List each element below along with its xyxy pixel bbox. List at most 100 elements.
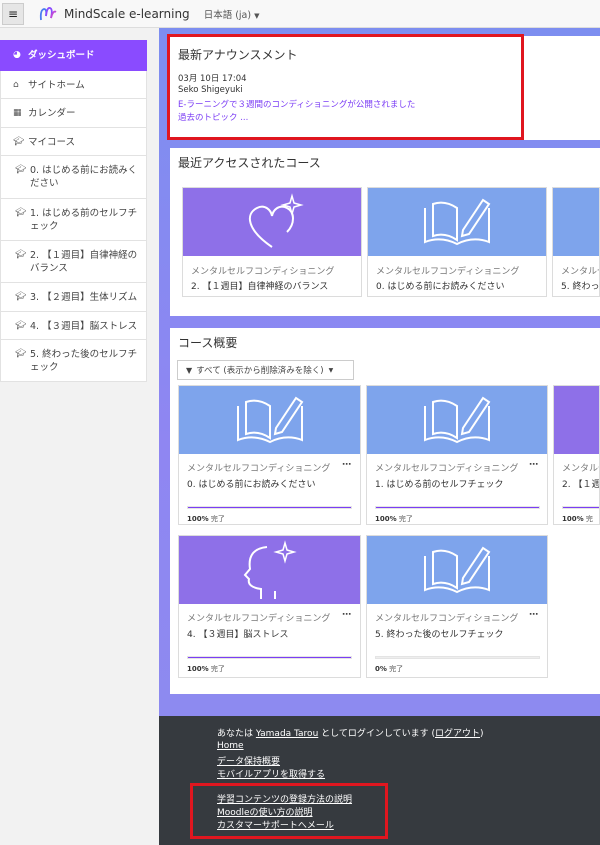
sidebar-item-calendar[interactable]: ▦ カレンダー <box>0 99 147 128</box>
course-menu-icon[interactable]: ⋯ <box>342 610 351 620</box>
progress-value: 100% <box>187 665 209 673</box>
progress-text: 100% 完了 <box>187 514 225 524</box>
site-name[interactable]: MindScale e-learning <box>64 7 190 21</box>
course-name: 1. はじめる前のセルフチェック <box>375 480 504 490</box>
progress-value: 0% <box>375 665 387 673</box>
graduation-cap-icon: 🎓︎ <box>15 208 27 218</box>
course-category: メンタルセルフコンディショニング <box>561 267 599 277</box>
sidebar-item-label: ダッシュボード <box>28 50 95 61</box>
language-label: 日本語 (ja) <box>203 9 252 21</box>
course-name: 5. 終わった後のセルフチェック <box>375 630 504 640</box>
chevron-down-icon: ▼ <box>328 366 334 374</box>
book-pen-icon <box>424 396 491 444</box>
sidebar-item-label: カレンダー <box>28 108 76 119</box>
top-navbar: ≡ MindScale e-learning 日本語 (ja) ▼ <box>0 0 600 28</box>
book-pen-icon <box>236 396 303 444</box>
login-suffix: ) <box>480 729 484 739</box>
hamburger-icon[interactable]: ≡ <box>2 2 24 25</box>
progress-value: 100% <box>375 515 397 523</box>
recent-course-card[interactable]: メンタルセルフコンディショニング 0. はじめる前にお読みください <box>367 187 547 297</box>
course-category: メンタルセルフコンディショニング <box>562 464 599 474</box>
progress-fill <box>563 507 599 508</box>
course-name: 0. はじめる前にお読みください <box>187 480 316 490</box>
progress-value: 100% <box>187 515 209 523</box>
book-pen-icon <box>424 546 491 594</box>
sidebar-item-my-courses[interactable]: 🎓︎ マイコース <box>0 128 147 156</box>
progress-bar <box>375 506 540 509</box>
graduation-cap-icon: 🎓︎ <box>15 292 27 302</box>
progress-text: 0% 完了 <box>375 664 403 674</box>
progress-value: 100% <box>562 515 584 523</box>
logout-link[interactable]: ログアウト <box>435 729 480 739</box>
progress-bar <box>562 506 599 509</box>
graduation-cap-icon: 🎓︎ <box>15 349 27 359</box>
sidebar-item-site-home[interactable]: ⌂ サイトホーム <box>0 71 147 99</box>
sidebar-item-label: マイコース <box>28 137 76 148</box>
sidebar-item-course[interactable]: 🎓︎ 5. 終わった後のセルフチェック <box>0 340 147 382</box>
overview-course-card[interactable]: メンタルセルフコンディショニング ⋯ 0. はじめる前にお読みください 100%… <box>178 385 361 525</box>
recent-course-card[interactable]: メンタルセルフコンディショニング 2. 【１週目】自律神経のバランス <box>182 187 362 297</box>
progress-fill <box>188 657 351 658</box>
course-category: メンタルセルフコンディショニング <box>375 464 519 474</box>
login-info: あなたは Yamada Tarou としてログインしています (ログアウト) <box>217 726 484 739</box>
sidebar-item-course[interactable]: 🎓︎ 3. 【２週目】生体リズム <box>0 283 147 312</box>
sidebar-item-course[interactable]: 🎓︎ 2. 【１週目】自律神経のバランス <box>0 241 147 283</box>
footer-link-data-retention[interactable]: データ保持概要 <box>217 754 280 767</box>
sidebar-item-dashboard[interactable]: ◕ ダッシュボード <box>0 40 147 71</box>
highlight-box <box>190 783 388 839</box>
overview-course-card[interactable]: メンタルセルフコンディショニング ⋯ 4. 【３週目】脳ストレス 100% 完了 <box>178 535 361 678</box>
course-name: 4. 【３週目】脳ストレス <box>187 630 289 640</box>
progress-text: 100% 完了 <box>375 514 413 524</box>
course-menu-icon[interactable]: ⋯ <box>342 460 351 470</box>
calendar-icon: ▦ <box>13 108 22 118</box>
progress-fill <box>376 507 539 508</box>
sidebar-item-label: 2. 【１週目】自律神経のバランス <box>30 250 138 274</box>
course-menu-icon[interactable]: ⋯ <box>529 460 538 470</box>
progress-bar <box>187 506 352 509</box>
sidebar-item-label: サイトホーム <box>28 80 85 91</box>
login-mid: としてログインしています ( <box>321 729 435 739</box>
footer-link-mobile-app[interactable]: モバイルアプリを取得する <box>217 767 325 780</box>
course-filter-dropdown[interactable]: ▼ すべて (表示から削除済みを除く) ▼ <box>177 360 354 380</box>
course-image <box>368 188 546 256</box>
sidebar-item-course[interactable]: 🎓︎ 0. はじめる前にお読みください <box>0 156 147 199</box>
heart-sparkle-icon <box>248 193 304 248</box>
course-image <box>554 386 599 454</box>
home-icon: ⌂ <box>13 80 19 90</box>
graduation-cap-icon: 🎓︎ <box>15 321 27 331</box>
progress-bar <box>375 656 540 659</box>
course-category: メンタルセルフコンディショニング <box>375 614 519 624</box>
sidebar-item-label: 5. 終わった後のセルフチェック <box>30 349 138 373</box>
overview-course-card[interactable]: メンタルセルフコンディショニング ⋯ 5. 終わった後のセルフチェック 0% 完… <box>366 535 548 678</box>
course-name: 2. 【１週目】自律神経のバランス <box>191 282 329 292</box>
sidebar-item-label: 0. はじめる前にお読みください <box>30 165 138 189</box>
footer-link-home[interactable]: Home <box>217 741 244 751</box>
course-menu-icon[interactable]: ⋯ <box>529 610 538 620</box>
progress-suffix: 完了 <box>210 515 225 523</box>
course-name: 0. はじめる前にお読みください <box>376 282 505 292</box>
course-category: メンタルセルフコンディショニング <box>376 267 520 277</box>
sidebar-item-course[interactable]: 🎓︎ 4. 【３週目】脳ストレス <box>0 312 147 340</box>
course-image <box>179 536 360 604</box>
highlight-box <box>167 34 524 140</box>
user-profile-link[interactable]: Yamada Tarou <box>256 729 318 739</box>
course-category: メンタルセルフコンディショニング <box>191 267 335 277</box>
overview-course-card[interactable]: メンタルセルフコンディショニング ⋯ 1. はじめる前のセルフチェック 100%… <box>366 385 548 525</box>
course-image <box>367 386 547 454</box>
overview-course-card[interactable]: メンタルセルフコンディショニング 2. 【１週目】自律神経のバランス 100% … <box>553 385 600 525</box>
book-pen-icon <box>424 198 491 246</box>
course-category: メンタルセルフコンディショニング <box>187 614 331 624</box>
site-logo[interactable] <box>38 4 58 24</box>
progress-suffix: 完了 <box>389 665 404 673</box>
sidebar-item-label: 1. はじめる前のセルフチェック <box>30 208 138 232</box>
filter-label: すべて (表示から削除済みを除く) <box>196 366 324 376</box>
course-category: メンタルセルフコンディショニング <box>187 464 331 474</box>
sidebar-item-course[interactable]: 🎓︎ 1. はじめる前のセルフチェック <box>0 199 147 241</box>
recent-course-card[interactable]: メンタルセルフコンディショニング 5. 終わった後のセルフチェック <box>552 187 600 297</box>
progress-suffix: 完了 <box>398 515 413 523</box>
sidebar: ◕ ダッシュボード ⌂ サイトホーム ▦ カレンダー 🎓︎ マイコース 🎓︎ 0… <box>0 40 147 382</box>
language-menu[interactable]: 日本語 (ja) ▼ <box>204 7 260 21</box>
filter-icon: ▼ <box>186 365 193 375</box>
course-overview-title: コース概要 <box>178 336 238 350</box>
course-image <box>179 386 360 454</box>
